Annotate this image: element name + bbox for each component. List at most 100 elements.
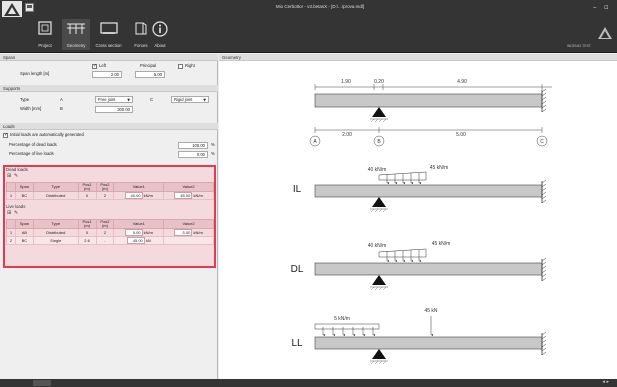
row-pos2[interactable]: 2	[95, 191, 115, 200]
support-width-input[interactable]: 300.00	[95, 106, 133, 113]
column-header: Span	[14, 219, 34, 229]
live-loads-table: Span Type Pos1 (m) Pos2 (m) Value1 Value…	[6, 219, 214, 245]
status-button[interactable]	[33, 380, 51, 386]
row-value1[interactable]: 40.00 kN/m	[113, 191, 165, 200]
application-window: { "window": { "title": "Mio Cerbottor - …	[0, 0, 617, 387]
row-span[interactable]: BC	[14, 191, 34, 200]
value1-unit: kN	[145, 238, 151, 243]
row-index: 1	[6, 191, 16, 200]
right-span-checkbox[interactable]	[178, 64, 183, 69]
il-label: IL	[293, 184, 302, 195]
geometry-drawing: 1.90 0.20 4.90 2.00 5.00 A B C IL 40 kN/…	[291, 79, 552, 365]
table-row[interactable]: 2 BC Single 2.6 - 45.00 kN	[6, 236, 214, 245]
principal-span-length-input[interactable]: 5.00	[135, 71, 165, 78]
edit-rows-icon[interactable]: ✎	[14, 173, 18, 179]
table-header-row: Span Type Pos1 (m) Pos2 (m) Value1 Value…	[6, 182, 214, 192]
live-pct-input[interactable]: 0.00	[178, 151, 208, 158]
live-pct-unit: %	[211, 151, 215, 156]
column-header: Value1	[113, 182, 165, 192]
node-c-label: C	[540, 139, 544, 145]
row-pos1[interactable]: 0	[77, 191, 97, 200]
spans-section-title: Spans	[0, 54, 218, 61]
column-header: Value2	[163, 219, 214, 229]
value1-input[interactable]: 40.00	[124, 192, 143, 199]
tab-geometry[interactable]: Geometry	[62, 19, 90, 50]
geometry-dimensions: 1.90 0.20 4.90	[314, 79, 552, 90]
dead-pct-input[interactable]: 100.00	[178, 142, 208, 149]
row-type[interactable]: Distributed	[32, 228, 79, 237]
tab-cross-section-label: Cross section	[95, 43, 122, 48]
title-bar: Mio Cerbottor - v3.betasX - [D:\...\prov…	[0, 0, 617, 18]
value2-input[interactable]: 45.00	[174, 192, 193, 199]
il-load-2: 45 kN/m	[430, 165, 449, 171]
column-header	[6, 219, 16, 229]
ribbon-toolbar: Project Geometry Cross section Forces Ab…	[0, 17, 617, 53]
status-icons: ◂ ▸	[602, 379, 609, 385]
save-icon[interactable]	[25, 3, 34, 12]
row-value2[interactable]: 45.00 kN/m	[163, 191, 214, 200]
il-load-1: 40 kN/m	[368, 167, 387, 173]
live-loads-title: Live loads	[6, 204, 26, 209]
row-pos1[interactable]: 0	[77, 228, 97, 237]
support-a-label: A	[60, 97, 63, 102]
window-title: Mio Cerbottor - v3.betasX - [D:\...\prov…	[275, 4, 365, 9]
row-pos1[interactable]: 2.6	[77, 236, 97, 245]
tab-project[interactable]: Project	[32, 19, 58, 50]
dim-label-3: 4.90	[457, 79, 467, 85]
right-span-label: Right	[185, 63, 195, 68]
add-row-icon[interactable]: ⊞	[7, 173, 11, 179]
dead-loads-table: Span Type Pos1 (m) Pos2 (m) Value1 Value…	[6, 182, 214, 200]
row-value1[interactable]: 5.00 kN/m	[113, 228, 165, 237]
row-type[interactable]: Single	[32, 236, 79, 245]
support-c-select[interactable]: Rigid joint ▼	[171, 96, 209, 103]
tab-geometry-label: Geometry	[66, 43, 86, 48]
row-value2[interactable]: 5.00 kN/m	[163, 228, 214, 237]
span-dimensions: 2.00 5.00	[314, 127, 543, 138]
fixed-support-c-icon	[541, 88, 547, 113]
chevron-down-icon: ▼	[127, 98, 130, 102]
tab-about[interactable]: About	[148, 19, 172, 50]
row-value1[interactable]: 45.00 kN	[113, 236, 165, 245]
loads-section-title: Loads	[0, 123, 218, 130]
support-a-value: Free joint	[98, 97, 116, 102]
auto-loads-label: Initial loads are automatically generate…	[10, 132, 84, 137]
value1-input[interactable]: 45.00	[126, 237, 145, 244]
dead-pct-unit: %	[211, 142, 215, 147]
add-row-icon[interactable]: ⊞	[7, 210, 11, 216]
left-span-checkbox[interactable]	[92, 63, 97, 69]
maximize-button[interactable]: ▫	[604, 3, 609, 11]
value2-unit: kN/m	[193, 230, 203, 235]
auto-loads-checkbox[interactable]	[3, 132, 8, 138]
row-span[interactable]: AB	[14, 228, 34, 237]
chevron-down-icon: ▼	[203, 98, 206, 102]
ll-label: LL	[291, 338, 303, 349]
table-row[interactable]: 1 AB Distributed 0 2 5.00 kN/m 5.00 kN/m	[6, 228, 214, 237]
row-type[interactable]: Distributed	[32, 191, 79, 200]
row-value2[interactable]	[163, 236, 214, 245]
app-logo-icon	[2, 1, 22, 18]
row-pos2[interactable]: 2	[95, 228, 115, 237]
left-span-length-input[interactable]: 2.00	[92, 71, 122, 78]
row-pos2[interactable]: -	[95, 236, 115, 245]
column-header	[6, 182, 16, 192]
column-header: Pos1 (m)	[77, 219, 97, 229]
dl-label: DL	[291, 264, 304, 275]
cross-section-icon	[99, 22, 118, 34]
value1-input[interactable]: 5.00	[124, 229, 143, 236]
span-bc-length: 5.00	[456, 132, 466, 138]
value1-unit: kN/m	[143, 230, 154, 235]
support-a-select[interactable]: Free joint ▼	[95, 96, 133, 103]
minimize-button[interactable]: –	[593, 3, 597, 11]
ll-load-1: 5 kN/m	[334, 316, 350, 322]
table-header-row: Span Type Pos1 (m) Pos2 (m) Value1 Value…	[6, 219, 214, 229]
table-row[interactable]: 1 BC Distributed 0 2 40.00 kN/m 45.00 kN…	[6, 191, 214, 200]
tab-cross-section[interactable]: Cross section	[92, 19, 125, 50]
dim-label-1: 1.90	[341, 79, 351, 85]
tab-project-label: Project	[38, 43, 52, 48]
value2-input[interactable]: 5.00	[174, 229, 193, 236]
row-span[interactable]: BC	[14, 236, 34, 245]
left-span-label: Left	[99, 63, 106, 68]
ll-diagram: LL 5 kN/m 45 kN	[291, 308, 547, 365]
edit-rows-icon[interactable]: ✎	[14, 210, 18, 216]
ll-load-2: 45 kN	[424, 308, 437, 314]
